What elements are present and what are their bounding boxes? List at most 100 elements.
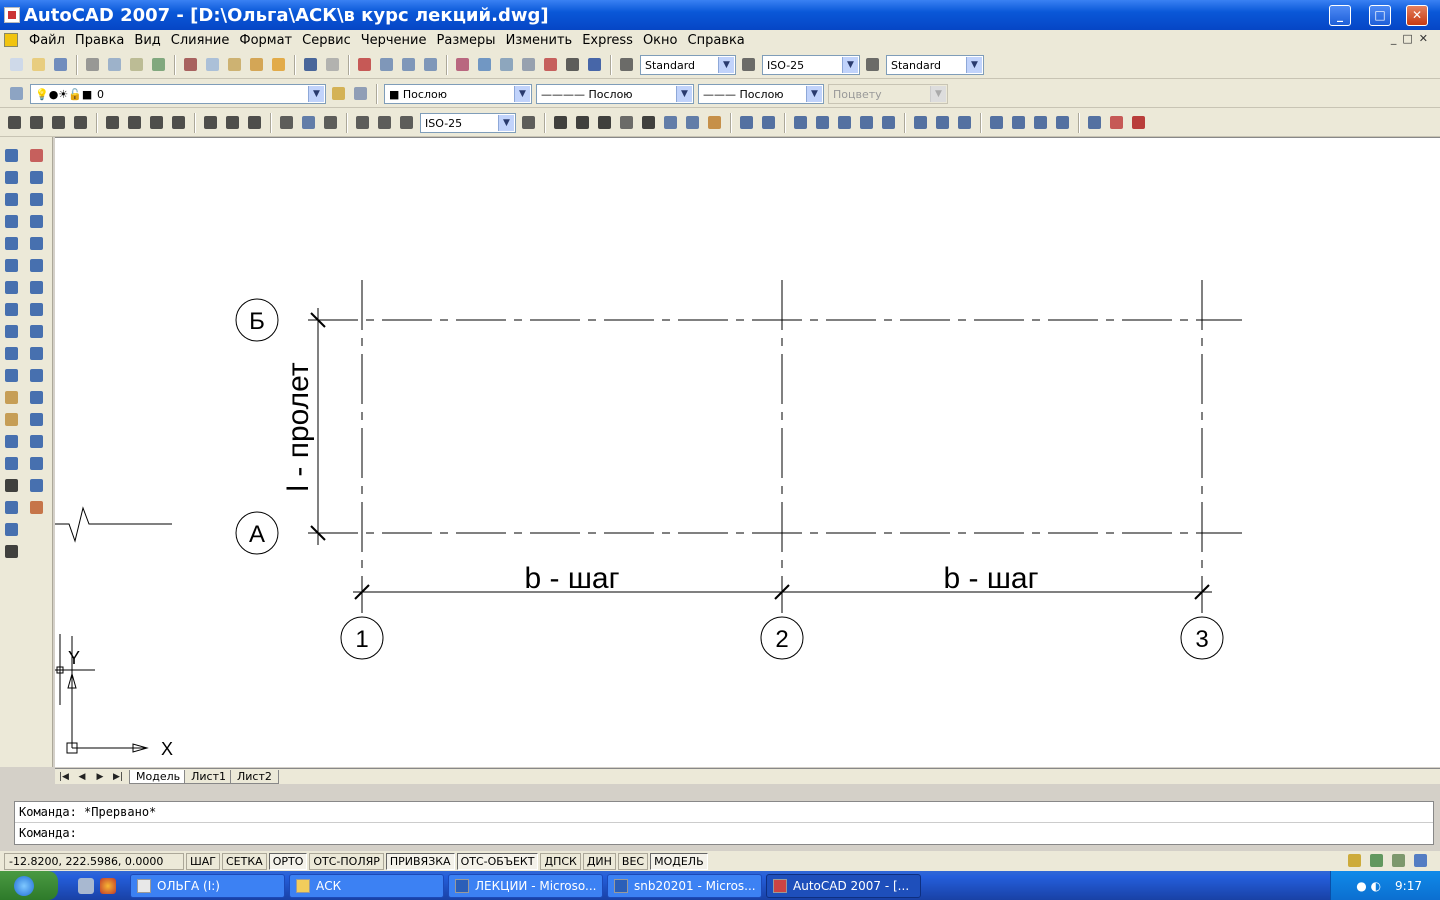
center-mark-icon[interactable] [321,113,341,133]
osnap-settings-icon[interactable] [1129,113,1149,133]
minimize-button[interactable]: _ [1329,5,1351,26]
last-tab-icon[interactable]: ▶| [109,772,127,782]
erase-icon[interactable] [27,146,47,166]
plot-icon[interactable] [83,55,103,75]
publish-icon[interactable] [127,55,147,75]
stretch-icon[interactable] [27,322,47,342]
ortho-toggle[interactable]: ОРТО [268,852,308,870]
open-icon[interactable] [29,55,49,75]
menu-help[interactable]: Справка [683,33,750,48]
snap-parallel-icon[interactable] [1009,113,1029,133]
snap-tangent-icon[interactable] [955,113,975,133]
plot-preview-icon[interactable] [105,55,125,75]
close-button[interactable]: ✕ [1406,5,1428,26]
polygon-icon[interactable] [2,212,22,232]
zoom-previous-icon[interactable] [421,55,441,75]
edit-text-icon[interactable] [595,113,615,133]
lineweight-select[interactable]: ——— Послою ▼ [698,84,824,104]
clean-screen-icon[interactable] [1411,851,1431,871]
dim-text-edit-icon[interactable] [375,113,395,133]
quick-launch-desktop-icon[interactable] [78,877,94,894]
ordinate-dim-icon[interactable] [71,113,91,133]
maximize-button[interactable]: □ [1369,5,1391,26]
ducs-toggle[interactable]: ДПСК [540,852,581,870]
chamfer-icon[interactable] [27,454,47,474]
snap-none-icon[interactable] [1107,113,1127,133]
gradient-icon[interactable] [2,476,22,496]
diameter-dim-icon[interactable] [147,113,167,133]
revision-cloud-icon[interactable] [2,300,22,320]
tab-sheet2[interactable]: Лист2 [229,769,279,784]
lock-icon[interactable] [1345,851,1365,871]
dim-style-select-2[interactable]: ISO-25 ▼ [420,113,516,133]
command-window[interactable]: Команда: *Прервано* Команда: [14,801,1434,845]
ellipse-icon[interactable] [2,344,22,364]
break-at-point-icon[interactable] [27,388,47,408]
text-style-icon[interactable] [617,55,637,75]
design-center-icon[interactable] [475,55,495,75]
command-prompt[interactable]: Команда: [15,822,1433,842]
construction-line-icon[interactable] [2,168,22,188]
communication-center-icon[interactable] [1367,851,1387,871]
tray-icons[interactable]: ● ◐ [1356,879,1381,893]
baseline-dim-icon[interactable] [223,113,243,133]
make-block-icon[interactable] [2,410,22,430]
menu-window[interactable]: Окно [638,33,683,48]
scale-icon[interactable] [27,300,47,320]
snap-quadrant-icon[interactable] [933,113,953,133]
fillet-icon[interactable] [27,476,47,496]
mirror-icon[interactable] [27,190,47,210]
osnap-toggle[interactable]: ПРИВЯЗКА [385,852,455,870]
convert-space-icon[interactable] [705,113,725,133]
extend-icon[interactable] [27,366,47,386]
snap-from-icon[interactable] [759,113,779,133]
start-button[interactable] [0,871,58,900]
circle-icon[interactable] [2,278,22,298]
snap-apparent-icon[interactable] [857,113,877,133]
menu-edit[interactable]: Правка [70,33,129,48]
array-icon[interactable] [27,234,47,254]
block-editor-icon[interactable] [269,55,289,75]
snap-center-icon[interactable] [911,113,931,133]
task-folder[interactable]: АСК [289,873,444,898]
undo-icon[interactable] [301,55,321,75]
table-style-icon[interactable] [863,55,883,75]
markup-icon[interactable] [541,55,561,75]
lwt-toggle[interactable]: ВЕС [617,852,649,870]
polar-toggle[interactable]: ОТС-ПОЛЯР [309,852,384,870]
radius-dim-icon[interactable] [103,113,123,133]
leader-icon[interactable] [277,113,297,133]
snap-midpoint-icon[interactable] [813,113,833,133]
first-tab-icon[interactable]: |◀ [55,772,73,782]
cut-icon[interactable] [181,55,201,75]
drawing-area[interactable]: Б А 1 2 3 b - шаг b - шаг l - пролет Y X [55,137,1440,767]
tray-settings-icon[interactable] [1389,851,1409,871]
tab-model[interactable]: Модель [129,769,188,784]
document-window-controls[interactable]: _□✕ [1391,32,1434,45]
point-icon[interactable] [2,432,22,452]
menu-modify[interactable]: Изменить [501,33,578,48]
offset-icon[interactable] [27,212,47,232]
scale-text-icon[interactable] [661,113,681,133]
multiline-text-icon[interactable] [551,113,571,133]
menu-view[interactable]: Вид [129,33,165,48]
multiline-text-icon[interactable] [2,542,22,562]
break-icon[interactable] [27,410,47,430]
spline-icon[interactable] [2,322,22,342]
color-select[interactable]: ■ Послою ▼ [384,84,532,104]
temp-track-icon[interactable] [737,113,757,133]
snap-extension-icon[interactable] [879,113,899,133]
snap-nearest-icon[interactable] [1085,113,1105,133]
tab-sheet1[interactable]: Лист1 [184,769,233,784]
menu-format[interactable]: Формат [234,33,297,48]
save-icon[interactable] [51,55,71,75]
aligned-dim-icon[interactable] [27,113,47,133]
redo-icon[interactable] [323,55,343,75]
rotate-icon[interactable] [27,278,47,298]
snap-toggle[interactable]: ШАГ [186,852,220,870]
hatch-icon[interactable] [2,454,22,474]
continue-dim-icon[interactable] [245,113,265,133]
jogged-dim-icon[interactable] [125,113,145,133]
next-tab-icon[interactable]: ▶ [91,772,109,782]
new-icon[interactable] [7,55,27,75]
